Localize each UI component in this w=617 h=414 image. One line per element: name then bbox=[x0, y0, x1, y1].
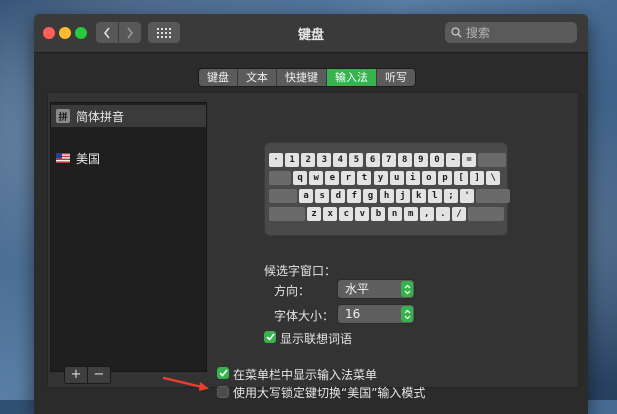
direction-popup[interactable]: 水平 bbox=[337, 279, 415, 299]
key: h bbox=[379, 189, 394, 203]
key: \ bbox=[486, 171, 501, 185]
key: l bbox=[427, 189, 442, 203]
list-item-simplified-pinyin[interactable]: 拼 简体拼音 bbox=[51, 105, 206, 127]
pinyin-badge-icon: 拼 bbox=[56, 109, 70, 123]
key: · bbox=[269, 153, 283, 167]
remove-source-button[interactable]: − bbox=[87, 367, 110, 383]
keyboard-layout-preview: · 1 2 3 4 5 6 7 8 9 0 - = q w e r t y u … bbox=[264, 142, 511, 236]
show-input-menu-checkbox[interactable] bbox=[217, 367, 229, 379]
direction-label: 方向： bbox=[274, 284, 311, 298]
key: ; bbox=[443, 189, 458, 203]
list-item-us[interactable]: 美国 bbox=[51, 147, 206, 169]
keyboard-row-2: q w e r t y u i o p [ ] \ bbox=[269, 171, 502, 185]
font-size-value: 16 bbox=[345, 307, 361, 321]
key: . bbox=[435, 207, 450, 221]
key: p bbox=[437, 171, 452, 185]
key: c bbox=[339, 207, 354, 221]
key: 1 bbox=[285, 153, 300, 167]
key: r bbox=[341, 171, 356, 185]
key: u bbox=[389, 171, 404, 185]
search-placeholder: 搜索 bbox=[466, 26, 491, 40]
key: i bbox=[405, 171, 420, 185]
direction-value: 水平 bbox=[345, 282, 370, 296]
key: o bbox=[421, 171, 436, 185]
key: , bbox=[419, 207, 434, 221]
caps-lock-key bbox=[269, 189, 297, 203]
show-predictions-label: 显示联想词语 bbox=[280, 332, 353, 346]
key: y bbox=[373, 171, 388, 185]
key: f bbox=[347, 189, 362, 203]
key: 2 bbox=[301, 153, 316, 167]
search-field[interactable]: 搜索 bbox=[445, 22, 577, 43]
key: x bbox=[323, 207, 338, 221]
key: d bbox=[331, 189, 346, 203]
delete-key bbox=[478, 153, 507, 167]
key: k bbox=[411, 189, 426, 203]
key: 9 bbox=[413, 153, 428, 167]
source-label: 美国 bbox=[76, 151, 101, 166]
chevron-updown-icon bbox=[401, 281, 413, 297]
key: j bbox=[395, 189, 410, 203]
key: 0 bbox=[429, 153, 444, 167]
key: 6 bbox=[365, 153, 380, 167]
key: t bbox=[357, 171, 372, 185]
input-source-list: 拼 简体拼音 美国 bbox=[50, 102, 207, 372]
key: m bbox=[403, 207, 418, 221]
show-predictions-checkbox[interactable] bbox=[264, 331, 276, 343]
add-source-button[interactable]: + bbox=[65, 367, 87, 383]
key: 4 bbox=[333, 153, 348, 167]
checkmark-icon bbox=[218, 369, 228, 377]
left-shift-key bbox=[269, 207, 305, 221]
return-key bbox=[476, 189, 511, 203]
key: 5 bbox=[349, 153, 364, 167]
key: b bbox=[371, 207, 386, 221]
annotation-arrow-icon bbox=[162, 376, 209, 391]
source-add-remove-buttons: + − bbox=[64, 366, 111, 384]
key: s bbox=[315, 189, 330, 203]
key: n bbox=[387, 207, 402, 221]
key: - bbox=[446, 153, 461, 167]
tab-keyboard[interactable]: 键盘 bbox=[199, 69, 237, 86]
show-input-menu-label: 在菜单栏中显示输入法菜单 bbox=[233, 368, 378, 382]
key: [ bbox=[454, 171, 469, 185]
right-shift-key bbox=[468, 207, 505, 221]
key: q bbox=[293, 171, 308, 185]
us-flag-icon bbox=[56, 153, 70, 163]
keyboard-preferences-window: 键盘 搜索 键盘 文本 快捷键 输入法 听写 拼 简体拼音 美国 + − · 1… bbox=[34, 14, 588, 414]
key: a bbox=[299, 189, 314, 203]
key: 7 bbox=[381, 153, 396, 167]
tab-bar: 键盘 文本 快捷键 输入法 听写 bbox=[198, 68, 416, 87]
key: w bbox=[309, 171, 324, 185]
key: ' bbox=[460, 189, 475, 203]
candidate-window-heading: 候选字窗口： bbox=[264, 264, 337, 278]
tab-dictation[interactable]: 听写 bbox=[376, 69, 415, 86]
key: g bbox=[363, 189, 378, 203]
key: 3 bbox=[317, 153, 332, 167]
source-label: 简体拼音 bbox=[76, 109, 125, 124]
tab-input-sources[interactable]: 输入法 bbox=[326, 69, 376, 86]
key: v bbox=[355, 207, 370, 221]
search-icon bbox=[451, 27, 462, 38]
keyboard-row-3: a s d f g h j k l ; ' bbox=[269, 189, 512, 203]
tab-shortcuts[interactable]: 快捷键 bbox=[276, 69, 326, 86]
key: e bbox=[325, 171, 340, 185]
key: 8 bbox=[397, 153, 412, 167]
chevron-updown-icon bbox=[401, 306, 413, 322]
key: = bbox=[462, 153, 477, 167]
keyboard-row-4: z x c v b n m , . / bbox=[269, 207, 506, 221]
title-bar: 键盘 搜索 bbox=[34, 14, 588, 53]
key: ] bbox=[470, 171, 485, 185]
caps-lock-switch-checkbox[interactable] bbox=[217, 386, 229, 398]
checkmark-icon bbox=[265, 333, 275, 341]
keyboard-row-1: · 1 2 3 4 5 6 7 8 9 0 - = bbox=[269, 153, 508, 167]
font-size-label: 字体大小： bbox=[274, 309, 335, 323]
tab-key bbox=[269, 171, 291, 185]
font-size-popup[interactable]: 16 bbox=[337, 304, 415, 324]
key: z bbox=[307, 207, 322, 221]
tab-text[interactable]: 文本 bbox=[237, 69, 276, 86]
key: / bbox=[451, 207, 466, 221]
caps-lock-switch-label: 使用大写锁定键切换“美国”输入模式 bbox=[233, 386, 426, 400]
